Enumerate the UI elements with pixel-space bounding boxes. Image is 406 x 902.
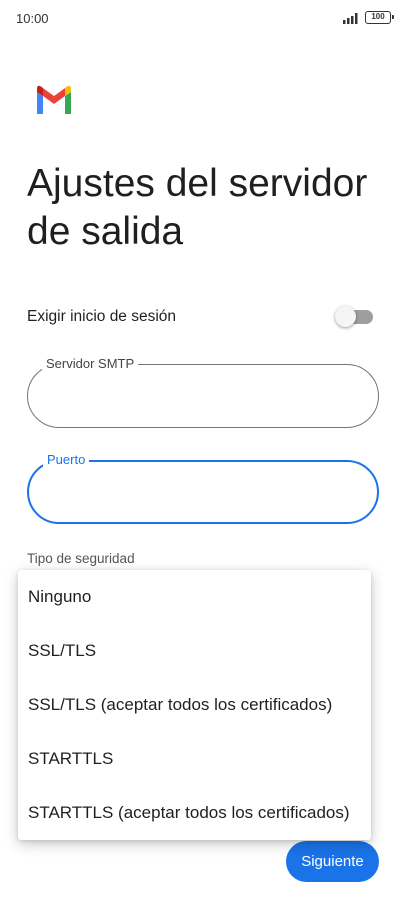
menu-item-ssl-tls-all-certs[interactable]: SSL/TLS (aceptar todos los certificados)	[18, 678, 371, 732]
menu-item-starttls-all-certs[interactable]: STARTTLS (aceptar todos los certificados…	[18, 786, 371, 840]
status-time: 10:00	[16, 11, 49, 26]
page-title: Ajustes del servidor de salida	[27, 162, 368, 253]
login-required-toggle[interactable]	[335, 306, 373, 327]
smtp-server-input[interactable]	[46, 385, 360, 405]
next-button[interactable]: Siguiente	[286, 841, 379, 882]
security-type-menu: Ninguno SSL/TLS SSL/TLS (aceptar todos l…	[18, 570, 371, 840]
status-bar: 10:00 100	[0, 0, 406, 36]
port-input[interactable]	[47, 482, 361, 502]
toggle-thumb	[335, 306, 356, 327]
menu-item-ssl-tls[interactable]: SSL/TLS	[18, 624, 371, 678]
menu-item-ninguno[interactable]: Ninguno	[18, 570, 371, 624]
menu-item-starttls[interactable]: STARTTLS	[18, 732, 371, 786]
battery-icon: 100	[365, 11, 394, 24]
port-label: Puerto	[43, 452, 90, 468]
port-field: Puerto	[27, 452, 379, 524]
login-required-row: Exigir inicio de sesión	[27, 302, 373, 332]
smtp-server-label: Servidor SMTP	[42, 356, 139, 372]
signal-bars-icon	[343, 13, 358, 24]
security-type-label: Tipo de seguridad	[27, 551, 135, 566]
gmail-logo	[37, 85, 71, 114]
login-required-label: Exigir inicio de sesión	[27, 308, 177, 325]
smtp-server-field: Servidor SMTP	[27, 356, 379, 428]
